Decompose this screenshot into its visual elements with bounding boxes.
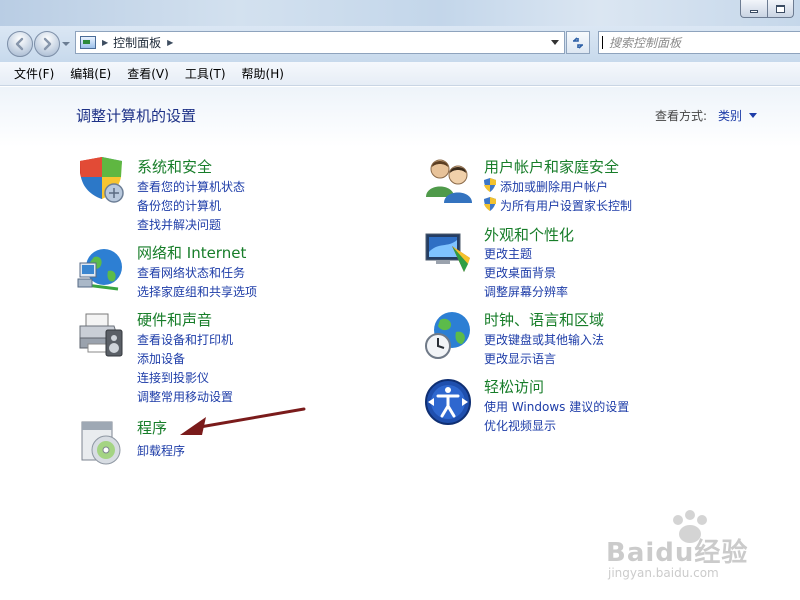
category-clock-language-region[interactable]: 时钟、语言和区域 <box>484 309 604 330</box>
link-find-fix-problems[interactable]: 查找并解决问题 <box>137 216 221 233</box>
baidu-watermark: Baidu经验 jingyan.baidu.com <box>588 510 768 590</box>
breadcrumb-chevron-icon[interactable]: ▶ <box>167 38 173 47</box>
menu-tools[interactable]: 工具(T) <box>177 65 234 82</box>
page-title: 调整计算机的设置 <box>76 107 197 125</box>
menu-help[interactable]: 帮助(H) <box>234 65 292 82</box>
uac-shield-icon <box>484 197 496 211</box>
link-view-computer-status[interactable]: 查看您的计算机状态 <box>137 178 245 195</box>
link-devices-printers[interactable]: 查看设备和打印机 <box>137 331 233 348</box>
chevron-down-icon[interactable] <box>749 113 757 118</box>
back-button[interactable] <box>7 31 33 57</box>
link-view-network-status[interactable]: 查看网络状态和任务 <box>137 264 245 281</box>
menu-bar: 文件(F) 编辑(E) 查看(V) 工具(T) 帮助(H) <box>0 62 800 86</box>
view-by-dropdown[interactable]: 类别 <box>718 107 742 124</box>
link-backup-computer[interactable]: 备份您的计算机 <box>137 197 221 214</box>
watermark-brand: Baidu经验 <box>606 538 749 568</box>
search-input[interactable]: 搜索控制面板 <box>598 31 800 54</box>
category-system-security[interactable]: 系统和安全 <box>137 156 212 177</box>
category-ease-of-access[interactable]: 轻松访问 <box>484 376 544 397</box>
link-parental-controls[interactable]: 为所有用户设置家长控制 <box>500 197 632 214</box>
forward-button[interactable] <box>34 31 60 57</box>
category-user-accounts[interactable]: 用户帐户和家庭安全 <box>484 156 619 177</box>
network-globe-icon[interactable] <box>76 245 126 295</box>
link-screen-resolution[interactable]: 调整屏幕分辨率 <box>484 283 568 300</box>
ease-of-access-icon[interactable] <box>424 378 474 428</box>
breadcrumb-control-panel[interactable]: 控制面板 <box>113 34 161 51</box>
printer-icon[interactable] <box>76 310 126 360</box>
arrow-left-icon <box>15 37 24 51</box>
refresh-icon <box>573 36 583 49</box>
link-mobility-settings[interactable]: 调整常用移动设置 <box>137 388 233 405</box>
menu-file[interactable]: 文件(F) <box>6 65 62 82</box>
recent-pages-dropdown[interactable] <box>62 42 70 46</box>
category-network-internet[interactable]: 网络和 Internet <box>137 242 246 263</box>
link-optimize-display[interactable]: 优化视频显示 <box>484 417 556 434</box>
link-homegroup-sharing[interactable]: 选择家庭组和共享选项 <box>137 283 257 300</box>
menu-view[interactable]: 查看(V) <box>119 65 177 82</box>
breadcrumb-separator-icon[interactable]: ▶ <box>102 38 108 47</box>
minimize-icon <box>750 9 758 13</box>
title-bar <box>0 0 800 26</box>
link-change-display-language[interactable]: 更改显示语言 <box>484 350 556 367</box>
link-change-background[interactable]: 更改桌面背景 <box>484 264 556 281</box>
link-change-theme[interactable]: 更改主题 <box>484 245 532 262</box>
category-programs[interactable]: 程序 <box>137 417 167 438</box>
appearance-palette-icon[interactable] <box>424 228 474 278</box>
maximize-button[interactable] <box>767 0 794 18</box>
arrow-right-icon <box>43 37 52 51</box>
control-panel-icon <box>80 36 96 49</box>
address-bar[interactable]: ▶ 控制面板 ▶ <box>75 31 565 54</box>
link-add-remove-accounts[interactable]: 添加或删除用户帐户 <box>500 178 608 195</box>
refresh-button[interactable] <box>566 31 590 54</box>
category-hardware-sound[interactable]: 硬件和声音 <box>137 309 212 330</box>
search-placeholder: 搜索控制面板 <box>609 36 682 50</box>
category-appearance[interactable]: 外观和个性化 <box>484 224 574 245</box>
link-windows-suggested-settings[interactable]: 使用 Windows 建议的设置 <box>484 398 629 415</box>
link-change-input-method[interactable]: 更改键盘或其他输入法 <box>484 331 604 348</box>
address-dropdown-icon[interactable] <box>551 40 559 45</box>
programs-disc-icon[interactable] <box>76 418 126 468</box>
view-by-label: 查看方式: <box>655 109 708 123</box>
link-add-device[interactable]: 添加设备 <box>137 350 185 367</box>
uac-shield-icon <box>484 178 496 192</box>
annotation-arrow-icon <box>180 407 306 435</box>
minimize-button[interactable] <box>740 0 767 18</box>
link-connect-projector[interactable]: 连接到投影仪 <box>137 369 209 386</box>
watermark-url: jingyan.baidu.com <box>608 566 719 580</box>
clock-globe-icon[interactable] <box>424 310 474 360</box>
user-accounts-icon[interactable] <box>424 155 474 205</box>
security-shield-icon[interactable] <box>76 155 126 205</box>
window-controls <box>740 0 794 18</box>
maximize-icon <box>776 4 785 13</box>
menu-edit[interactable]: 编辑(E) <box>62 65 119 82</box>
